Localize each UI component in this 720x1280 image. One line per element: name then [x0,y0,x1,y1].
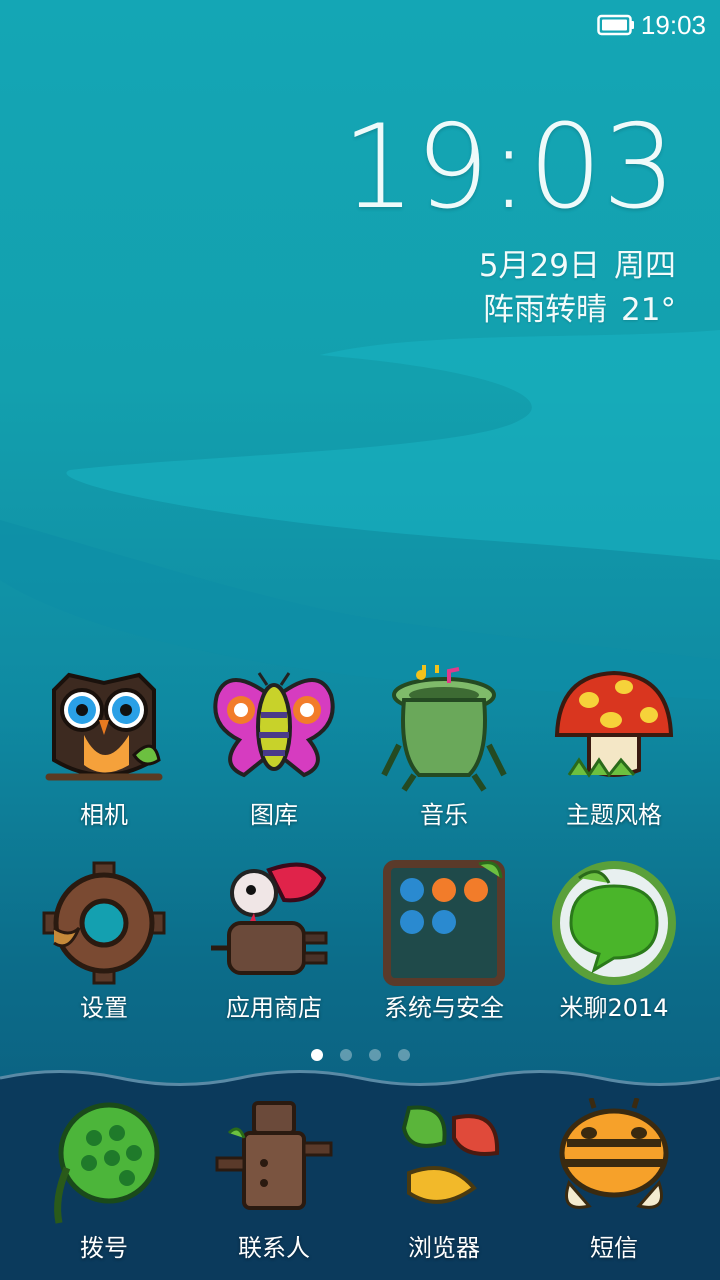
app-label-store: 应用商店 [226,994,322,1022]
app-label-themes: 主题风格 [566,801,662,829]
dock-label-browser: 浏览器 [408,1234,480,1262]
date-line[interactable]: 5月29日 周四 [479,240,676,285]
butterfly-gallery-icon [213,672,335,778]
status-bar: 19:03 [0,0,720,50]
lotus-dialer-icon [54,1102,160,1224]
app-miliao[interactable]: 米聊2014 [529,858,699,1023]
frog-music-icon [381,665,507,792]
battery-icon [597,14,634,36]
app-system-folder[interactable]: 系统与安全 [359,858,529,1023]
temperature-text: 21° [621,292,676,328]
date-text: 5月29日 [478,248,600,284]
leaves-browser-icon [401,1105,500,1204]
dock-browser[interactable]: 浏览器 [359,1098,529,1263]
status-time: 19:03 [640,9,706,40]
mushroom-theme-icon [554,670,674,778]
app-label-miliao: 米聊2014 [559,994,669,1022]
dock-sms[interactable]: 短信 [529,1098,699,1263]
dock-label-dialer: 拨号 [80,1234,128,1262]
dock-label-contacts: 联系人 [238,1234,310,1262]
dock-label-sms: 短信 [590,1234,638,1262]
app-label-music: 音乐 [420,801,468,829]
app-music[interactable]: 音乐 [359,665,529,830]
clock-time[interactable]: 19:03 [342,110,676,226]
miliao-icon [552,861,676,985]
folder-system-icon [383,860,505,986]
app-camera[interactable]: 相机 [19,665,189,830]
bird-plug-store-icon [211,862,328,975]
app-themes[interactable]: 主题风格 [529,665,699,830]
app-label-settings: 设置 [80,994,128,1022]
app-store[interactable]: 应用商店 [189,858,359,1023]
app-label-gallery: 图库 [250,801,298,829]
weather-line[interactable]: 阵雨转晴 21° [483,284,676,329]
app-label-system-folder: 系统与安全 [384,994,504,1022]
gear-settings-icon [42,861,166,985]
dock-dialer[interactable]: 拨号 [19,1098,189,1263]
weather-text: 阵雨转晴 [483,292,608,328]
app-label-camera: 相机 [80,801,128,829]
owl-camera-icon [45,672,163,781]
app-settings[interactable]: 设置 [19,858,189,1023]
bee-sms-icon [559,1098,669,1209]
weekday-text: 周四 [614,248,676,284]
app-gallery[interactable]: 图库 [189,665,359,830]
robot-contacts-icon [215,1101,333,1210]
dock-contacts[interactable]: 联系人 [189,1098,359,1263]
